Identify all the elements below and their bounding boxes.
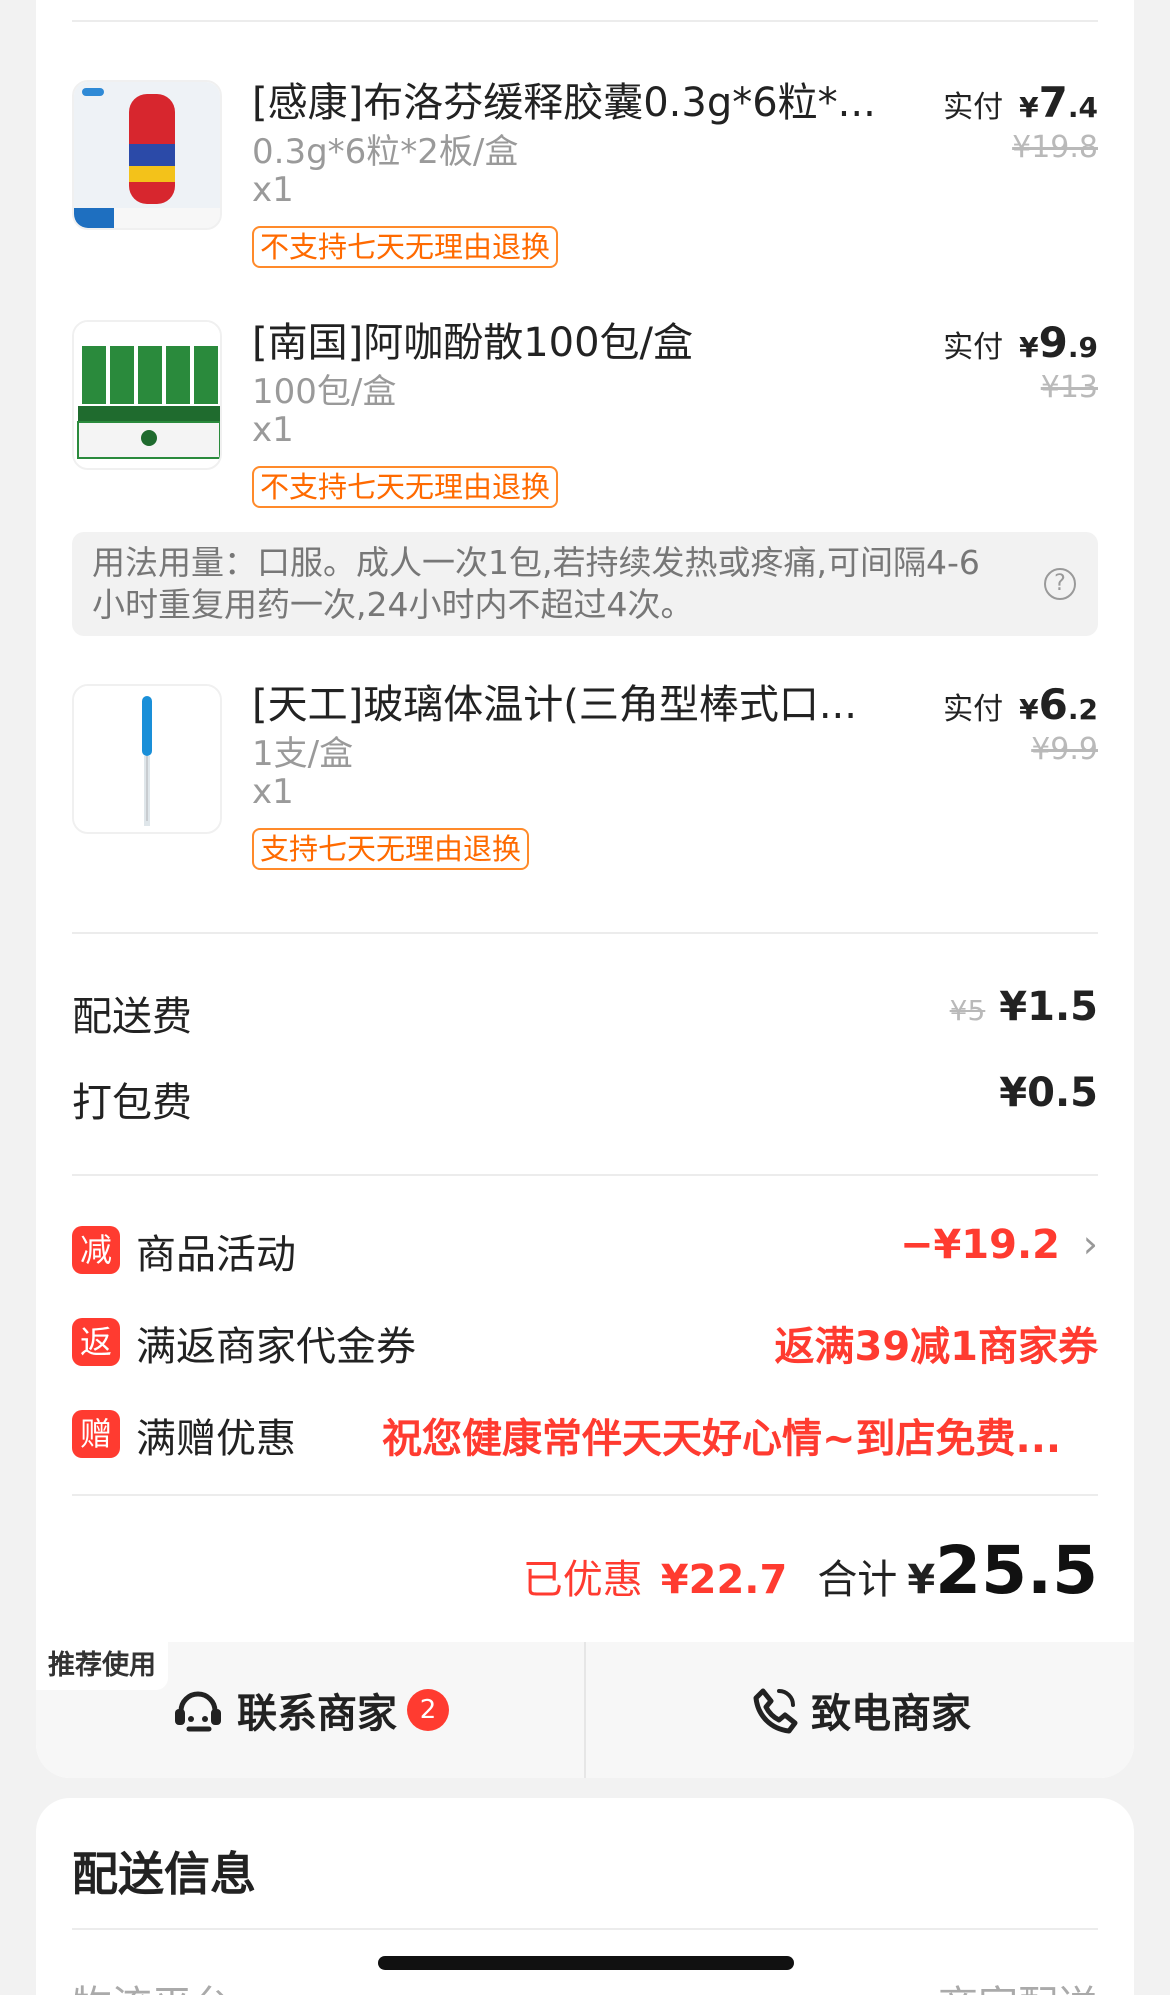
divider bbox=[72, 932, 1098, 934]
product-spec: 1支/盒 bbox=[252, 734, 354, 774]
paid-label: 实付 bbox=[943, 330, 1004, 365]
packing-fee-value: ¥0.5 bbox=[999, 1070, 1098, 1116]
product-quantity: x1 bbox=[252, 410, 294, 450]
product-quantity: x1 bbox=[252, 772, 294, 812]
promotion-label: 商品活动 bbox=[136, 1232, 296, 1278]
price-integer: 9 bbox=[1038, 318, 1068, 367]
currency-symbol: ¥ bbox=[1019, 91, 1039, 124]
currency-symbol: ¥ bbox=[907, 1557, 936, 1603]
divider bbox=[72, 1494, 1098, 1496]
delivery-info-title: 配送信息 bbox=[72, 1847, 256, 1901]
delivery-platform-label: 物流平台 bbox=[72, 1973, 232, 1995]
promotion-label: 满返商家代金券 bbox=[136, 1324, 416, 1370]
question-circle-icon[interactable]: ? bbox=[1044, 568, 1076, 600]
original-price: ¥13 bbox=[1040, 370, 1098, 405]
call-merchant-label: 致电商家 bbox=[811, 1691, 971, 1737]
delivery-fee-original: ¥5 bbox=[949, 994, 986, 1027]
rebate-icon: 返 bbox=[72, 1318, 120, 1366]
contact-merchant-button[interactable]: 推荐使用 联系商家 2 bbox=[36, 1642, 584, 1778]
product-quantity: x1 bbox=[252, 170, 294, 210]
contact-merchant-label: 联系商家 bbox=[237, 1691, 397, 1737]
product-spec: 0.3g*6粒*2板/盒 bbox=[252, 132, 519, 172]
packing-fee-label: 打包费 bbox=[72, 1080, 192, 1126]
promotion-value: −¥19.2 bbox=[899, 1222, 1060, 1268]
saved-label: 已优惠 bbox=[522, 1557, 643, 1603]
packing-fee: ¥0.5 bbox=[999, 1070, 1098, 1116]
paid-label: 实付 bbox=[943, 90, 1004, 125]
top-divider bbox=[72, 20, 1098, 22]
paid-price: 实付 ¥ 6 .2 bbox=[943, 680, 1098, 729]
price-decimal: .9 bbox=[1067, 331, 1098, 364]
return-policy-tag: 不支持七天无理由退换 bbox=[252, 226, 559, 268]
promotion-label: 满赠优惠 bbox=[136, 1416, 296, 1462]
delivery-platform-value: 商家配送 bbox=[938, 1973, 1098, 1995]
delivery-fee-label: 配送费 bbox=[72, 994, 192, 1040]
usage-text: 用法用量：口服。成人一次1包,若持续发热或疼痛,可间隔4-6小时重复用药一次,2… bbox=[92, 543, 980, 624]
original-price: ¥9.9 bbox=[1031, 732, 1098, 767]
chevron-right-icon[interactable]: › bbox=[1083, 1222, 1098, 1266]
usage-instructions: 用法用量：口服。成人一次1包,若持续发热或疼痛,可间隔4-6小时重复用药一次,2… bbox=[72, 532, 1098, 636]
return-policy-tag: 不支持七天无理由退换 bbox=[252, 466, 559, 508]
price-decimal: .4 bbox=[1067, 91, 1098, 124]
product-image-acetaminophen[interactable] bbox=[72, 320, 222, 470]
price-integer: 7 bbox=[1038, 78, 1068, 127]
price-integer: 6 bbox=[1038, 680, 1068, 729]
phone-icon bbox=[753, 1688, 798, 1734]
divider bbox=[72, 1928, 1098, 1930]
discount-icon: 减 bbox=[72, 1226, 120, 1274]
promotion-value: 祝您健康常伴天天好心情~到店免费... bbox=[382, 1416, 1062, 1462]
product-name[interactable]: [天工]玻璃体温计(三角型棒式口... bbox=[252, 672, 912, 730]
price-decimal: .2 bbox=[1067, 693, 1098, 726]
delivery-fee-value: ¥1.5 bbox=[999, 984, 1098, 1030]
saved-value: ¥22.7 bbox=[660, 1557, 788, 1603]
product-image-ibuprofen[interactable] bbox=[72, 80, 222, 230]
currency-symbol: ¥ bbox=[1019, 693, 1039, 726]
product-name[interactable]: [感康]布洛芬缓释胶囊0.3g*6粒*... bbox=[252, 70, 912, 128]
currency-symbol: ¥ bbox=[1019, 331, 1039, 364]
product-name[interactable]: [南国]阿咖酚散100包/盒 bbox=[252, 310, 912, 368]
call-merchant-button[interactable]: 致电商家 bbox=[584, 1642, 1134, 1778]
paid-price: 实付 ¥ 7 .4 bbox=[943, 78, 1098, 127]
home-indicator bbox=[378, 1956, 794, 1970]
paid-label: 实付 bbox=[943, 692, 1004, 727]
merchant-action-bar: 推荐使用 联系商家 2 致电商家 bbox=[36, 1642, 1134, 1778]
recommend-tag: 推荐使用 bbox=[36, 1642, 168, 1690]
return-policy-tag: 支持七天无理由退换 bbox=[252, 828, 530, 870]
total-value: 25.5 bbox=[935, 1532, 1098, 1609]
order-summary: 已优惠 ¥22.7 合计 ¥ 25.5 bbox=[523, 1532, 1098, 1609]
divider bbox=[72, 1174, 1098, 1176]
order-card: [感康]布洛芬缓释胶囊0.3g*6粒*... 0.3g*6粒*2板/盒 x1 不… bbox=[36, 0, 1134, 1778]
delivery-fee: ¥5 ¥1.5 bbox=[950, 984, 1098, 1030]
total-label: 合计 bbox=[817, 1557, 898, 1603]
product-image-thermometer[interactable] bbox=[72, 684, 222, 834]
paid-price: 实付 ¥ 9 .9 bbox=[943, 318, 1098, 367]
promotion-value: 返满39减1商家券 bbox=[774, 1324, 1099, 1370]
chat-headset-icon bbox=[175, 1691, 221, 1732]
gift-icon: 赠 bbox=[72, 1410, 120, 1458]
product-spec: 100包/盒 bbox=[252, 372, 397, 412]
original-price: ¥19.8 bbox=[1012, 130, 1098, 165]
unread-count-badge: 2 bbox=[407, 1689, 449, 1731]
